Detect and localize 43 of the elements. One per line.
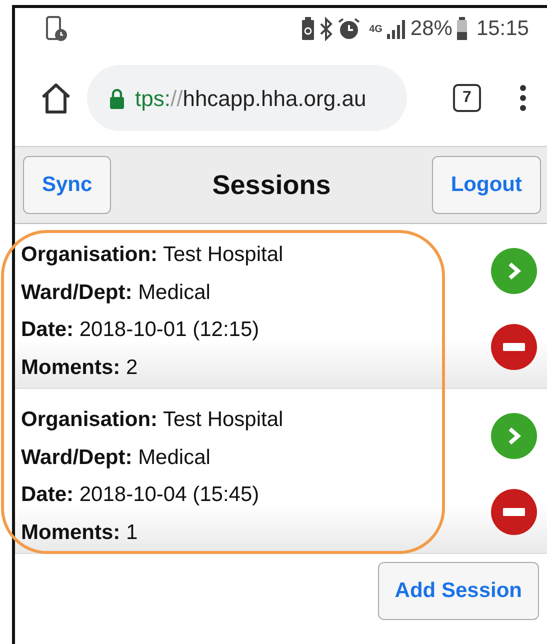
chevron-right-icon — [506, 426, 522, 446]
field-label: Date: — [21, 483, 74, 506]
field-label: Organisation: — [21, 243, 158, 266]
field-label: Ward/Dept: — [21, 446, 132, 468]
field-value: Test Hospital — [162, 408, 284, 431]
signal-icon — [386, 18, 406, 40]
field-label: Organisation: — [21, 408, 158, 431]
add-session-button[interactable]: Add Session — [378, 562, 539, 620]
field-label: Moments: — [21, 356, 120, 378]
field-value: 2018-10-04 (15:45) — [79, 483, 260, 506]
field-label: Date: — [21, 318, 74, 341]
delete-session-button[interactable] — [491, 324, 537, 370]
field-value: Test Hospital — [162, 243, 284, 266]
battery-percentage: 28% — [410, 16, 452, 42]
field-value: 2018-10-01 (12:15) — [79, 318, 260, 341]
bluetooth-icon — [319, 17, 334, 41]
lock-icon — [109, 87, 125, 109]
home-icon[interactable] — [39, 81, 73, 115]
field-value: 2 — [126, 356, 138, 378]
open-session-button[interactable] — [491, 413, 537, 459]
screen-timer-icon — [45, 16, 67, 42]
page-title: Sessions — [212, 168, 331, 202]
field-value: Medical — [138, 446, 210, 468]
open-session-button[interactable] — [491, 248, 537, 294]
more-options-icon[interactable] — [519, 84, 527, 112]
field-value: Medical — [138, 280, 210, 304]
battery-saver-icon — [301, 17, 316, 41]
field-label: Moments: — [21, 520, 120, 544]
address-bar[interactable]: tps://hhcapp.hha.org.au — [87, 65, 407, 131]
alarm-icon — [337, 17, 362, 41]
tab-count-button[interactable]: 7 — [453, 84, 481, 112]
sync-button[interactable]: Sync — [23, 156, 112, 214]
logout-button[interactable]: Logout — [432, 156, 541, 214]
url-text: tps://hhcapp.hha.org.au — [135, 84, 366, 113]
minus-icon — [503, 343, 525, 351]
chevron-right-icon — [506, 261, 522, 281]
battery-icon — [456, 17, 468, 41]
field-label: Ward/Dept: — [21, 280, 132, 304]
minus-icon — [503, 508, 525, 516]
clock-time: 15:15 — [476, 16, 529, 42]
field-value: 1 — [126, 520, 138, 544]
delete-session-button[interactable] — [491, 489, 537, 535]
network-type-label: 4G — [369, 22, 382, 36]
